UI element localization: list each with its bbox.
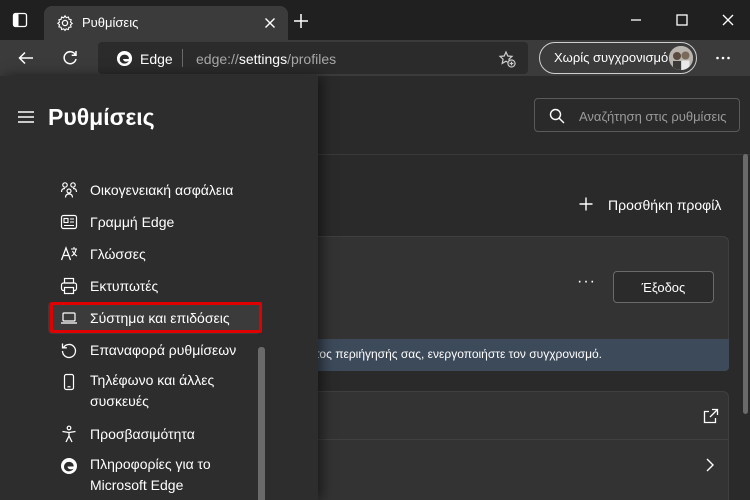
accessibility-icon [62, 425, 76, 443]
sidebar-item-label: Οικογενειακή ασφάλεια [90, 182, 234, 198]
more-options-icon[interactable] [714, 49, 732, 67]
address-separator [182, 49, 183, 67]
tab-actions-icon[interactable] [12, 12, 28, 28]
search-icon [549, 108, 565, 124]
languages-icon [60, 246, 78, 261]
sidebar-item-label: Προσβασιμότητα [90, 426, 195, 442]
sidebar-item-label: Επαναφορά ρυθμίσεων [90, 342, 237, 358]
sidebar-item-reset-settings[interactable]: Επαναφορά ρυθμίσεων [48, 334, 260, 366]
external-link-icon [703, 408, 719, 424]
sync-profile-button[interactable]: Χωρίς συγχρονισμό [539, 42, 697, 74]
profile-more-button[interactable]: ··· [577, 273, 596, 291]
back-arrow-icon[interactable] [17, 49, 35, 67]
laptop-icon [61, 312, 77, 324]
sidebar-item-label: Γλώσσες [90, 246, 146, 262]
menu-icon[interactable] [17, 109, 35, 125]
drawer-scrollbar[interactable] [258, 347, 265, 500]
url-prefix: edge:// [196, 51, 239, 67]
settings-search[interactable] [534, 98, 740, 132]
sidebar-item-label: Τηλέφωνο και άλλες συσκευές [90, 372, 215, 409]
sidebar-item-family-safety[interactable]: Οικογενειακή ασφάλεια [48, 174, 260, 206]
sync-info-text: ματος περιήγησής σας, ενεργοποιήστε τον … [301, 347, 602, 361]
chevron-right-icon [706, 458, 714, 472]
sidebar-item-languages[interactable]: Γλώσσες [48, 238, 260, 270]
avatar [669, 46, 693, 70]
edge-logo-icon [116, 50, 133, 67]
sidebar-item-printers[interactable]: Εκτυπωτές [48, 270, 260, 302]
plus-icon [579, 197, 593, 211]
address-brand: Edge [140, 51, 173, 67]
tab-title: Ρυθμίσεις [82, 15, 139, 30]
tab-settings[interactable]: Ρυθμίσεις [44, 6, 288, 40]
page-scrollbar[interactable] [743, 154, 748, 414]
add-favorite-icon[interactable] [498, 50, 516, 68]
address-bar[interactable]: Edge edge://settings/profiles [98, 42, 528, 74]
list-item[interactable] [301, 392, 729, 440]
list-item[interactable] [301, 441, 729, 489]
maximize-icon[interactable] [674, 12, 690, 28]
sync-info-bar: ματος περιήγησής σας, ενεργοποιήστε τον … [301, 339, 729, 371]
minimize-icon[interactable] [628, 12, 644, 28]
new-tab-icon[interactable] [292, 12, 310, 30]
gear-icon [56, 14, 74, 32]
sidebar-item-label: Πληροφορίες για το Microsoft Edge [90, 456, 211, 493]
sidebar-item-label: Γραμμή Edge [90, 214, 175, 230]
edge-bar-icon [60, 214, 78, 230]
sidebar-item-phone-devices[interactable]: Τηλέφωνο και άλλες συσκευές [48, 366, 260, 418]
address-url[interactable]: edge://settings/profiles [196, 51, 336, 67]
profile-card: m ··· Έξοδος ματος περιήγησής σας, ενεργ… [300, 236, 729, 371]
reset-icon [61, 343, 77, 359]
refresh-icon[interactable] [61, 49, 79, 67]
settings-nav-drawer: Ρυθμίσεις Οικογενειακή ασφάλεια Γραμμή E… [0, 76, 318, 500]
close-tab-icon[interactable] [262, 15, 278, 31]
sidebar-item-system-performance[interactable]: Σύστημα και επιδόσεις [48, 302, 260, 334]
sidebar-item-label: Εκτυπωτές [90, 278, 159, 294]
sidebar-item-accessibility[interactable]: Προσβασιμότητα [48, 418, 260, 450]
printer-icon [60, 277, 78, 295]
sign-out-button[interactable]: Έξοδος [613, 271, 714, 303]
search-input[interactable] [579, 107, 735, 125]
title-bar: Ρυθμίσεις [0, 0, 750, 40]
sidebar-item-about-edge[interactable]: Πληροφορίες για το Microsoft Edge [48, 450, 260, 500]
sidebar-item-edge-bar[interactable]: Γραμμή Edge [48, 206, 260, 238]
sidebar-item-label: Σύστημα και επιδόσεις [90, 310, 230, 326]
edge-logo-icon [61, 458, 77, 474]
url-host: settings [238, 51, 288, 67]
sync-label: Χωρίς συγχρονισμό [554, 50, 669, 65]
add-profile-label: Προσθήκη προφίλ [608, 197, 722, 213]
family-icon [60, 182, 78, 198]
phone-icon [63, 373, 75, 391]
url-path: /profiles [287, 51, 337, 67]
page-title: Ρυθμίσεις [48, 104, 155, 130]
navigation-bar: Edge edge://settings/profiles Χωρίς συγχ… [0, 40, 750, 76]
profile-settings-card [300, 391, 729, 500]
close-window-icon[interactable] [720, 12, 736, 28]
